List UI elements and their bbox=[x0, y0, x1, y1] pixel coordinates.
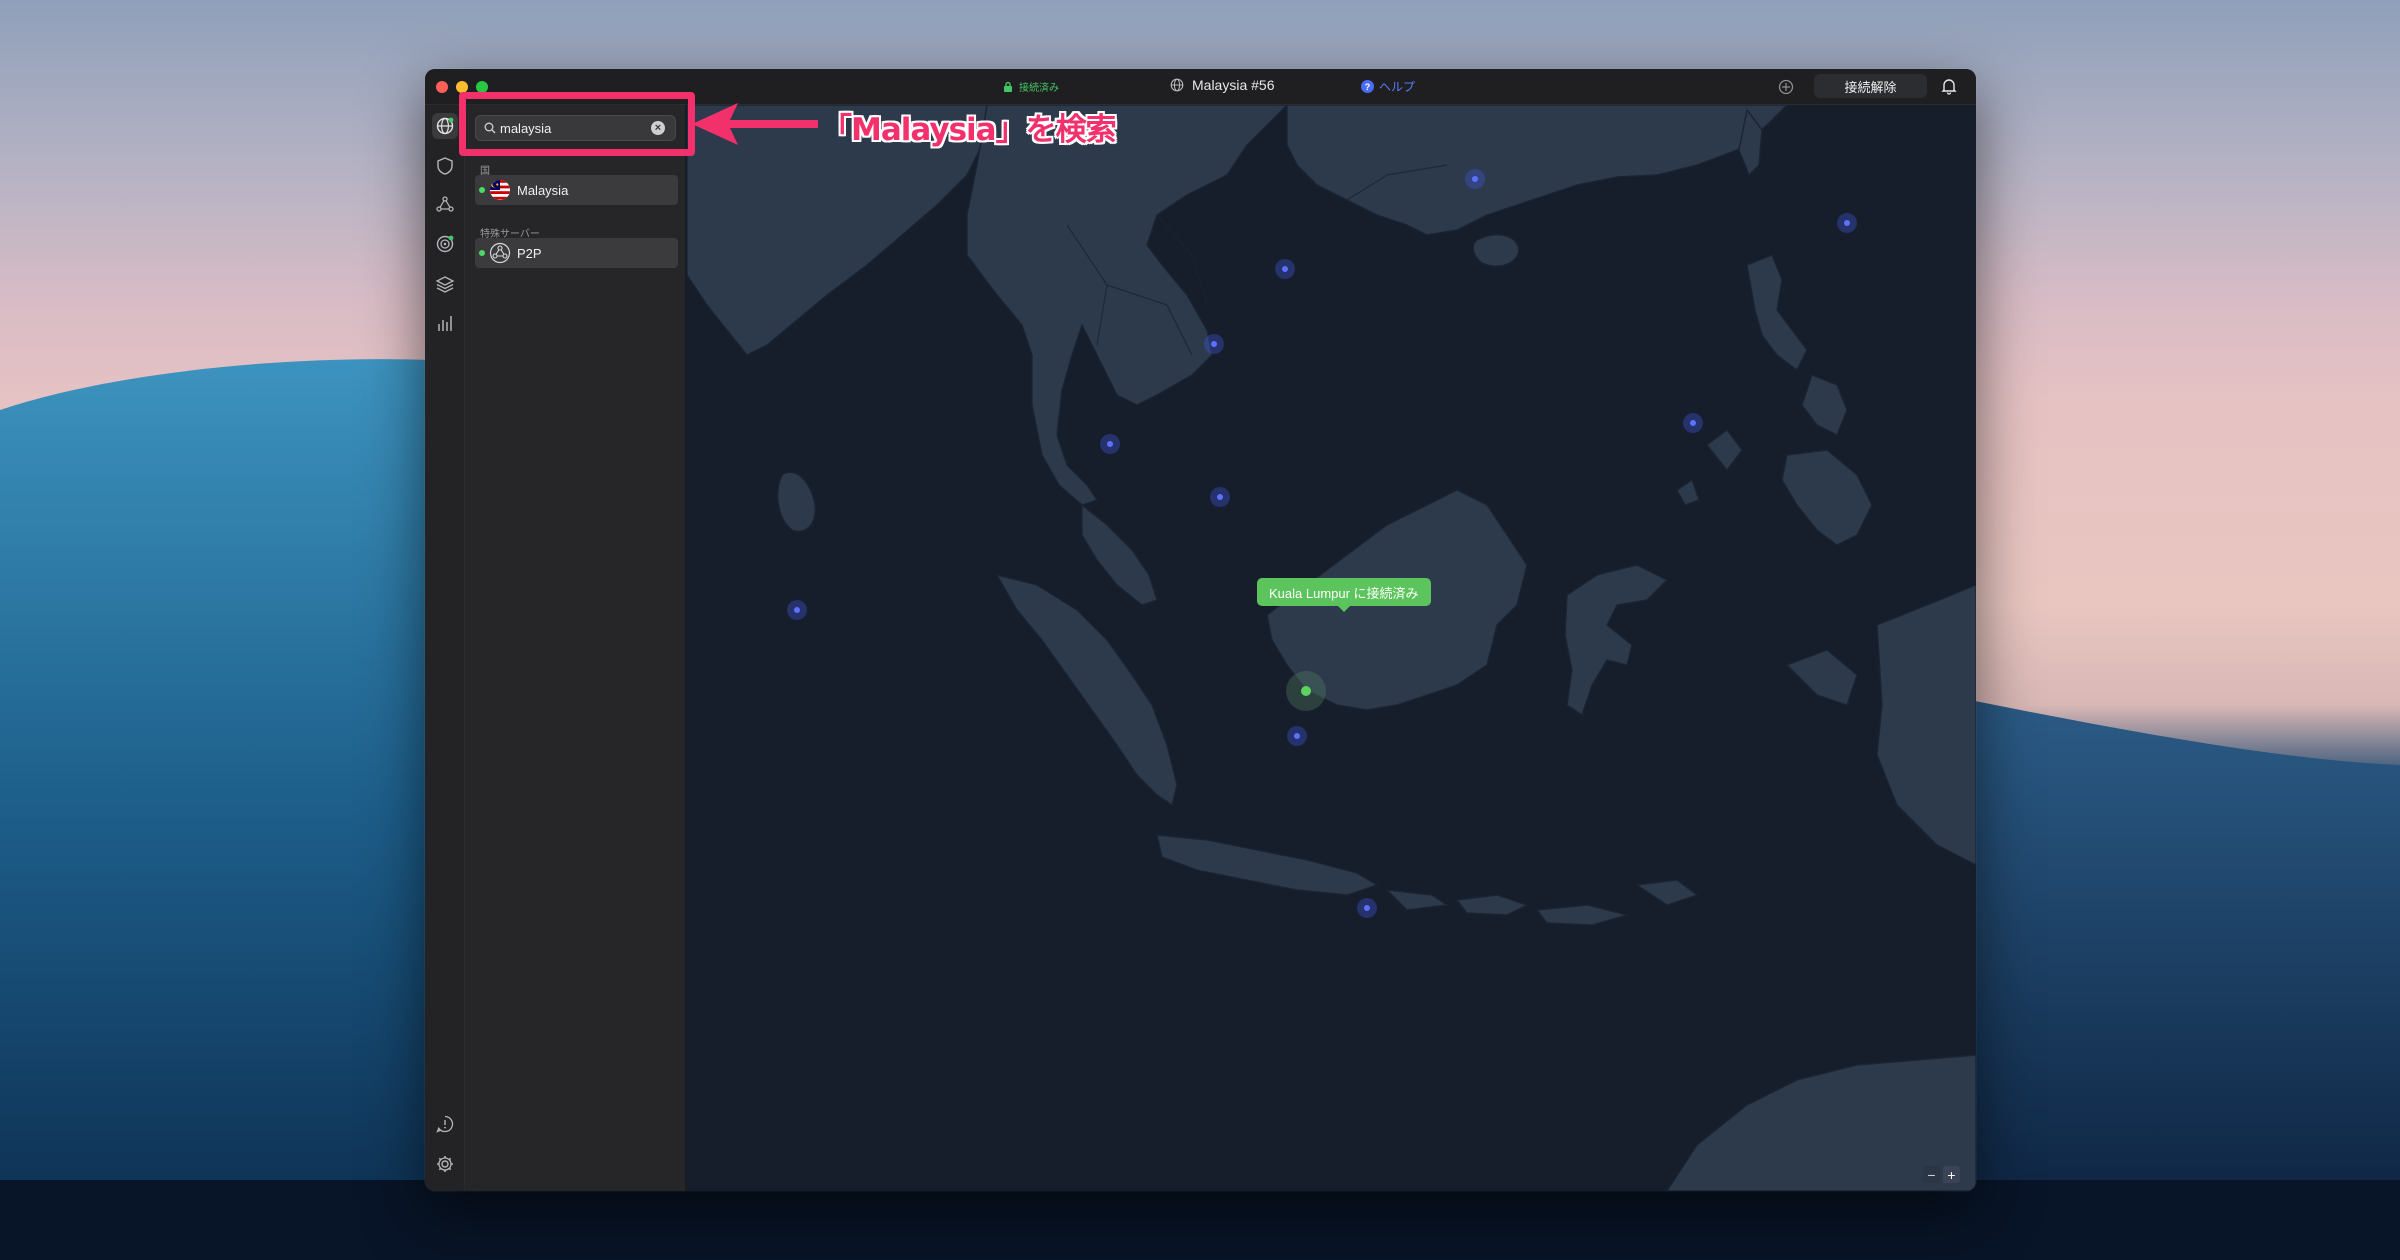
server-marker[interactable] bbox=[1100, 434, 1120, 454]
nav-support[interactable] bbox=[432, 1111, 458, 1137]
server-marker[interactable] bbox=[1287, 726, 1307, 746]
connected-indicator bbox=[479, 187, 485, 193]
server-marker[interactable] bbox=[1683, 413, 1703, 433]
connected-tooltip: Kuala Lumpur に接続済み bbox=[1257, 578, 1431, 612]
nav-stats[interactable] bbox=[432, 310, 458, 336]
zoom-out-button[interactable]: − bbox=[1923, 1166, 1940, 1183]
server-marker[interactable] bbox=[1210, 487, 1230, 507]
globe-small-icon bbox=[1170, 78, 1184, 92]
support-icon bbox=[436, 1115, 454, 1133]
help-icon: ? bbox=[1361, 80, 1374, 93]
server-marker[interactable] bbox=[1204, 334, 1224, 354]
gear-icon bbox=[437, 1156, 453, 1172]
search-panel: malaysia × 国 Malaysia 特殊サーバー P2P bbox=[465, 105, 686, 1191]
result-label: Malaysia bbox=[517, 182, 569, 198]
server-marker[interactable] bbox=[1357, 898, 1377, 918]
server-marker[interactable] bbox=[1275, 259, 1295, 279]
server-marker[interactable] bbox=[1465, 169, 1485, 189]
nav-split-tunneling[interactable] bbox=[432, 271, 458, 297]
nav-meshnet[interactable] bbox=[432, 192, 458, 218]
current-server: Malaysia #56 bbox=[1170, 77, 1275, 93]
zoom-in-button[interactable]: + bbox=[1943, 1166, 1960, 1183]
nav-dark-web-monitor[interactable] bbox=[432, 231, 458, 257]
stats-icon bbox=[438, 316, 452, 331]
malaysia-flag-icon bbox=[489, 179, 511, 201]
lock-icon bbox=[1004, 81, 1012, 92]
close-window-button[interactable] bbox=[436, 81, 448, 93]
app-window: 接続済み Malaysia #56 ? ヘルプ 接続解除 malaysia × … bbox=[425, 69, 1976, 1191]
shield-icon bbox=[437, 157, 453, 175]
disconnect-button[interactable]: 接続解除 bbox=[1814, 74, 1927, 98]
meshnet-icon bbox=[436, 196, 454, 212]
server-marker[interactable] bbox=[1837, 213, 1857, 233]
globe-icon bbox=[436, 117, 454, 135]
nav-globe[interactable] bbox=[432, 113, 458, 139]
annotation-text: 「Malaysia」を検索 bbox=[821, 112, 1117, 148]
nav-rail bbox=[425, 105, 465, 1191]
nav-threat-protection[interactable] bbox=[432, 153, 458, 179]
target-icon bbox=[436, 235, 454, 253]
result-p2p[interactable]: P2P bbox=[475, 238, 678, 268]
help-label: ヘルプ bbox=[1379, 80, 1416, 94]
p2p-icon bbox=[489, 242, 511, 264]
server-map[interactable]: Kuala Lumpur に接続済み − + bbox=[687, 105, 1976, 1191]
annotation-highlight-box bbox=[459, 92, 695, 156]
zoom-controls: − + bbox=[1923, 1166, 1960, 1183]
server-marker[interactable] bbox=[787, 600, 807, 620]
result-malaysia[interactable]: Malaysia bbox=[475, 175, 678, 205]
connection-status: 接続済み bbox=[1003, 79, 1059, 94]
annotation-arrow-icon bbox=[692, 103, 818, 145]
nav-settings[interactable] bbox=[432, 1151, 458, 1177]
connected-indicator bbox=[479, 250, 485, 256]
server-name: Malaysia #56 bbox=[1192, 77, 1275, 93]
status-text: 接続済み bbox=[1019, 83, 1059, 94]
bell-icon[interactable] bbox=[1941, 77, 1957, 95]
map-land bbox=[687, 105, 1976, 1191]
connected-location-pin[interactable] bbox=[1286, 671, 1326, 711]
layers-icon bbox=[435, 276, 455, 293]
help-link[interactable]: ? ヘルプ bbox=[1361, 78, 1415, 95]
result-label: P2P bbox=[517, 245, 542, 261]
auto-connect-icon[interactable] bbox=[1777, 78, 1795, 96]
